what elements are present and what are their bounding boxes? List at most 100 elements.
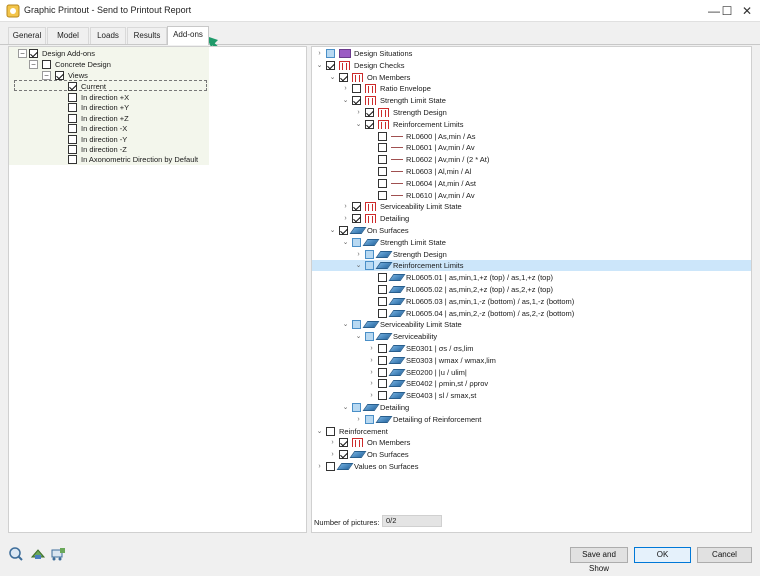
- help-search-icon[interactable]: [8, 546, 24, 562]
- tab-general[interactable]: General: [8, 27, 46, 44]
- right-tree-row[interactable]: › On Surfaces: [312, 449, 751, 460]
- collapse-icon[interactable]: −: [18, 49, 27, 58]
- tree-checkbox[interactable]: [378, 308, 387, 318]
- collapse-chevron-icon[interactable]: ⌄: [354, 260, 363, 271]
- expand-chevron-icon[interactable]: ›: [367, 378, 376, 389]
- right-tree-row[interactable]: › Serviceability Limit State: [312, 201, 751, 212]
- expand-chevron-icon[interactable]: ›: [315, 48, 324, 59]
- right-tree-row[interactable]: › Ratio Envelope: [312, 83, 751, 94]
- right-tree-row[interactable]: › Design Situations: [312, 48, 751, 59]
- collapse-chevron-icon[interactable]: ⌄: [354, 331, 363, 342]
- checkbox-direction-minus-x[interactable]: [68, 124, 77, 133]
- checkbox-design-add-ons[interactable]: [29, 49, 38, 58]
- model-view-icon[interactable]: [30, 546, 46, 562]
- cancel-button[interactable]: Cancel: [697, 547, 752, 563]
- right-tree-row[interactable]: ⌄ Design Checks: [312, 60, 751, 71]
- collapse-chevron-icon[interactable]: ⌄: [328, 72, 337, 83]
- right-tree-row[interactable]: ⌄ Serviceability Limit State: [312, 319, 751, 330]
- collapse-chevron-icon[interactable]: ⌄: [341, 402, 350, 413]
- tree-checkbox[interactable]: [378, 143, 387, 153]
- right-tree-row[interactable]: RL0610 | Av,min / Av: [312, 190, 751, 201]
- tree-checkbox[interactable]: [378, 190, 387, 200]
- collapse-chevron-icon[interactable]: ⌄: [315, 426, 324, 437]
- right-tree-row[interactable]: › Detailing of Reinforcement: [312, 414, 751, 425]
- expand-chevron-icon[interactable]: ›: [315, 461, 324, 472]
- expand-chevron-icon[interactable]: ›: [367, 355, 376, 366]
- checkbox-concrete-design[interactable]: [42, 60, 51, 69]
- right-tree-row[interactable]: RL0602 | Av,min / (2 * At): [312, 154, 751, 165]
- tab-add-ons[interactable]: Add-ons: [167, 26, 209, 45]
- right-tree-row[interactable]: ⌄ Detailing: [312, 402, 751, 413]
- right-tree-row[interactable]: › Strength Design: [312, 107, 751, 118]
- right-tree-row[interactable]: ⌄ Strength Limit State: [312, 237, 751, 248]
- tree-checkbox[interactable]: [365, 414, 374, 424]
- right-tree-row[interactable]: › SE0403 | sl / smax,st: [312, 390, 751, 401]
- checkbox-views[interactable]: [55, 71, 64, 80]
- right-tree-row[interactable]: ⌄ On Members: [312, 72, 751, 83]
- collapse-chevron-icon[interactable]: ⌄: [354, 119, 363, 130]
- tree-checkbox[interactable]: [352, 202, 361, 212]
- expand-chevron-icon[interactable]: ›: [367, 343, 376, 354]
- expand-chevron-icon[interactable]: ›: [354, 249, 363, 260]
- right-tree-row[interactable]: › On Members: [312, 437, 751, 448]
- tree-checkbox[interactable]: [365, 261, 374, 271]
- tree-row-direction-plus-y[interactable]: In direction +Y: [9, 102, 299, 113]
- collapse-chevron-icon[interactable]: ⌄: [315, 60, 324, 71]
- ok-button[interactable]: OK: [634, 547, 691, 563]
- checkbox-direction-minus-y[interactable]: [68, 135, 77, 144]
- checkbox-axonometric[interactable]: [68, 155, 77, 164]
- tree-checkbox[interactable]: [326, 60, 335, 70]
- tree-checkbox[interactable]: [352, 84, 361, 94]
- tree-checkbox[interactable]: [352, 96, 361, 106]
- right-tree-row[interactable]: RL0601 | Av,min / Av: [312, 142, 751, 153]
- tree-checkbox[interactable]: [378, 273, 387, 283]
- tree-checkbox[interactable]: [378, 296, 387, 306]
- collapse-chevron-icon[interactable]: ⌄: [328, 225, 337, 236]
- right-tree-row[interactable]: RL0605.04 | as,min,2,-z (bottom) / as,2,…: [312, 308, 751, 319]
- tree-checkbox[interactable]: [378, 344, 387, 353]
- expand-chevron-icon[interactable]: ›: [354, 414, 363, 425]
- right-tree-row[interactable]: › SE0301 | σs / σs,lim: [312, 343, 751, 354]
- close-button[interactable]: ✕: [732, 0, 760, 22]
- right-tree-row[interactable]: › SE0303 | wmax / wmax,lim: [312, 355, 751, 366]
- tree-checkbox[interactable]: [352, 214, 361, 224]
- checkbox-direction-plus-x[interactable]: [68, 93, 77, 102]
- collapse-icon[interactable]: −: [42, 71, 51, 80]
- tree-row-direction-minus-x[interactable]: In direction -X: [9, 123, 299, 134]
- tree-checkbox[interactable]: [378, 355, 387, 365]
- checkbox-direction-minus-z[interactable]: [68, 145, 77, 154]
- expand-chevron-icon[interactable]: ›: [341, 201, 350, 212]
- right-tree-row[interactable]: RL0604 | At,min / Ast: [312, 178, 751, 189]
- tree-checkbox[interactable]: [378, 391, 387, 401]
- right-tree-row[interactable]: RL0605.03 | as,min,1,-z (bottom) / as,1,…: [312, 296, 751, 307]
- tree-checkbox[interactable]: [378, 285, 387, 294]
- tab-loads[interactable]: Loads: [90, 27, 126, 44]
- right-tree-row[interactable]: ⌄ On Surfaces: [312, 225, 751, 236]
- right-tree-row[interactable]: › Strength Design: [312, 249, 751, 260]
- tree-checkbox[interactable]: [378, 367, 387, 377]
- tree-row-design-add-ons[interactable]: − Design Add-ons: [9, 48, 299, 59]
- checkbox-current[interactable]: [68, 82, 77, 91]
- right-tree-row[interactable]: RL0605.02 | as,min,2,+z (top) / as,2,+z …: [312, 284, 751, 295]
- right-tree-row[interactable]: RL0600 | As,min / As: [312, 131, 751, 142]
- right-tree-row[interactable]: RL0603 | Al,min / Al: [312, 166, 751, 177]
- right-tree-row[interactable]: ⌄ Reinforcement Limits: [312, 119, 751, 130]
- tree-checkbox[interactable]: [326, 49, 335, 58]
- right-tree-row[interactable]: ⌄ Serviceability: [312, 331, 751, 342]
- tree-checkbox[interactable]: [326, 462, 335, 471]
- tree-checkbox[interactable]: [365, 332, 374, 342]
- tree-checkbox[interactable]: [352, 237, 361, 247]
- expand-chevron-icon[interactable]: ›: [341, 83, 350, 94]
- expand-chevron-icon[interactable]: ›: [367, 367, 376, 378]
- tab-model[interactable]: Model: [47, 27, 89, 44]
- tree-checkbox[interactable]: [352, 403, 361, 412]
- right-tree-row[interactable]: › SE0402 | ρmin,st / ρprov: [312, 378, 751, 389]
- right-tree-row[interactable]: › SE0200 | |u / ulim|: [312, 367, 751, 378]
- tree-checkbox[interactable]: [339, 72, 348, 82]
- collapse-chevron-icon[interactable]: ⌄: [341, 319, 350, 330]
- expand-chevron-icon[interactable]: ›: [367, 390, 376, 401]
- tree-checkbox[interactable]: [339, 226, 348, 235]
- expand-chevron-icon[interactable]: ›: [328, 437, 337, 448]
- right-tree-row[interactable]: ⌄ Strength Limit State: [312, 95, 751, 106]
- tree-row-axonometric[interactable]: In Axonometric Direction by Default: [9, 154, 299, 165]
